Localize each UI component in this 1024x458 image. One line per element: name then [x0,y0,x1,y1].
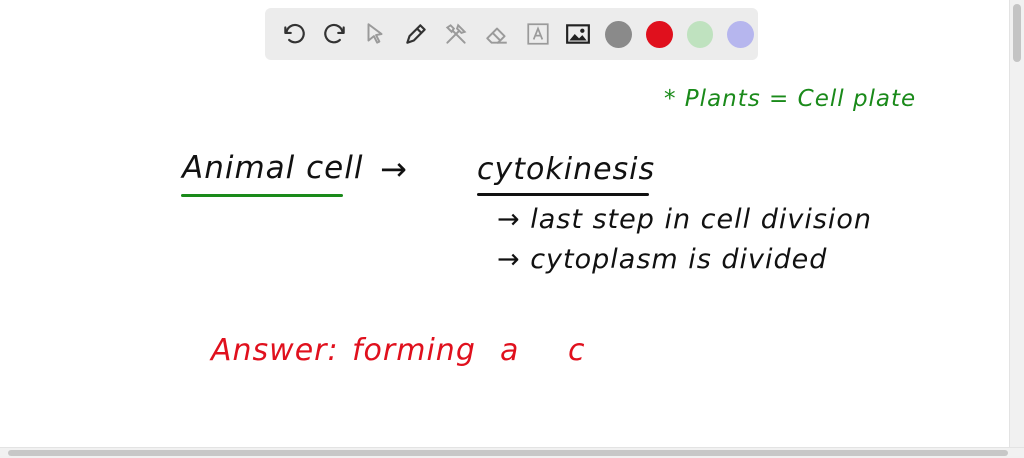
color-swatch-gray[interactable] [605,20,633,48]
answer-label: Answer: [211,333,339,368]
select-pointer-icon [367,23,383,44]
drawing-toolbar [265,8,758,60]
answer-word-forming: forming [352,333,476,368]
undo-button[interactable] [277,17,312,52]
vertical-scrollbar[interactable] [1009,0,1024,448]
eraser-tool-button[interactable] [480,17,515,52]
answer-word-c: c [568,333,586,368]
eraser-icon [486,27,507,44]
arrow: → [380,150,408,188]
plants-note: * Plants = Cell plate [664,86,917,112]
text-box-icon [526,23,549,45]
cytokinesis-underline [477,193,649,196]
whiteboard-canvas[interactable]: * Plants = Cell plate Animal cell → cyto… [0,0,1010,448]
horizontal-scrollbar[interactable] [0,447,1024,458]
undo-icon [284,23,306,44]
animal-cell-label: Animal cell [182,150,364,186]
text-tool-button[interactable] [520,17,555,52]
redo-icon [324,23,345,44]
horizontal-scroll-thumb[interactable] [8,450,1008,456]
bullet-cytoplasm: → cytoplasm is divided [497,244,828,275]
bullet-last-step: → last step in cell division [497,204,873,235]
cytokinesis-label: cytokinesis [477,152,656,187]
answer-word-a: a [500,333,520,368]
redo-button[interactable] [318,17,353,52]
tools-button[interactable] [439,17,474,52]
color-swatch-red[interactable] [646,20,673,48]
tools-icon [446,23,467,44]
animal-cell-underline [181,194,343,197]
color-swatch-purple[interactable] [727,20,754,48]
pen-tool-button[interactable] [399,17,434,52]
image-tool-button[interactable] [561,17,596,52]
select-tool-button[interactable] [358,17,393,52]
color-swatch-green[interactable] [686,20,714,48]
pen-icon [406,24,426,44]
vertical-scroll-thumb[interactable] [1013,4,1021,62]
image-icon [566,24,591,44]
